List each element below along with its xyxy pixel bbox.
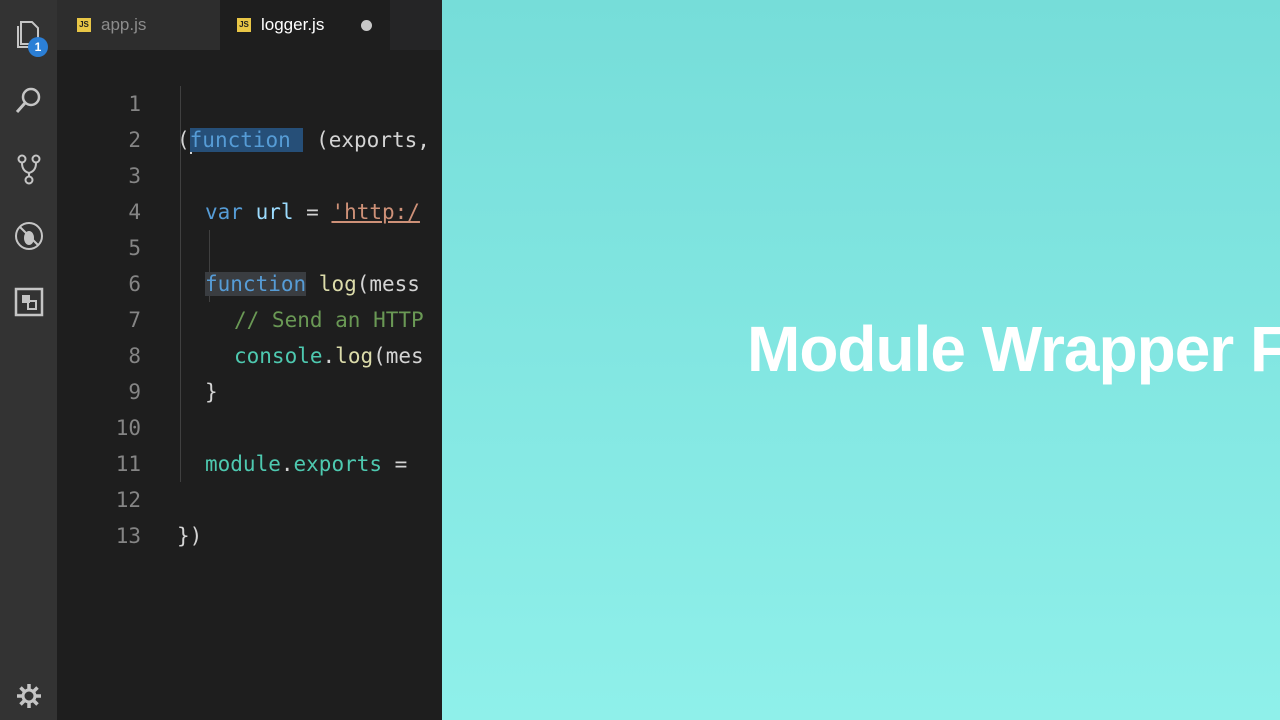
slide-title: Module Wrapper F xyxy=(747,313,1280,385)
code-line: 6 // Send an HTTP xyxy=(57,230,442,332)
activity-bar: 1 xyxy=(0,0,57,720)
js-file-icon: JS xyxy=(77,18,91,32)
code-line: 10 module.exports = xyxy=(57,374,442,476)
tab-label: logger.js xyxy=(261,15,325,34)
gear-icon[interactable] xyxy=(10,677,48,715)
title-slide: Module Wrapper F xyxy=(442,0,1280,720)
code-line: 1 (function (exports, xyxy=(57,50,442,154)
code-line: 13 xyxy=(57,482,442,548)
extensions-icon[interactable] xyxy=(10,283,48,321)
explorer-badge: 1 xyxy=(28,37,48,57)
tab-app-js[interactable]: JS app.js xyxy=(57,0,220,50)
code-line: 5 function log(mess xyxy=(57,194,442,296)
code-line: 12 }) xyxy=(57,446,442,548)
line-number: 13 xyxy=(115,524,141,548)
code-line: 8 } xyxy=(57,302,442,404)
code-line: 9 xyxy=(57,338,442,404)
search-icon[interactable] xyxy=(10,82,48,120)
code-line: 7 console.log(mes xyxy=(57,266,442,368)
source-control-icon[interactable] xyxy=(10,150,48,188)
js-file-icon: JS xyxy=(237,18,251,32)
debug-icon[interactable] xyxy=(10,217,48,255)
unsaved-dot-icon[interactable] xyxy=(361,20,372,31)
code-line: 2 xyxy=(57,86,442,152)
editor: JS app.js JS logger.js 1 (function (expo… xyxy=(57,0,442,720)
code-line: 11 xyxy=(57,410,442,476)
code-line: 3 var url = 'http:/ xyxy=(57,122,442,224)
tab-label: app.js xyxy=(101,15,147,34)
tab-bar: JS app.js JS logger.js xyxy=(57,0,442,50)
code-line: 4 xyxy=(57,158,442,224)
token: }) xyxy=(177,524,203,548)
tab-logger-js[interactable]: JS logger.js xyxy=(220,0,390,50)
